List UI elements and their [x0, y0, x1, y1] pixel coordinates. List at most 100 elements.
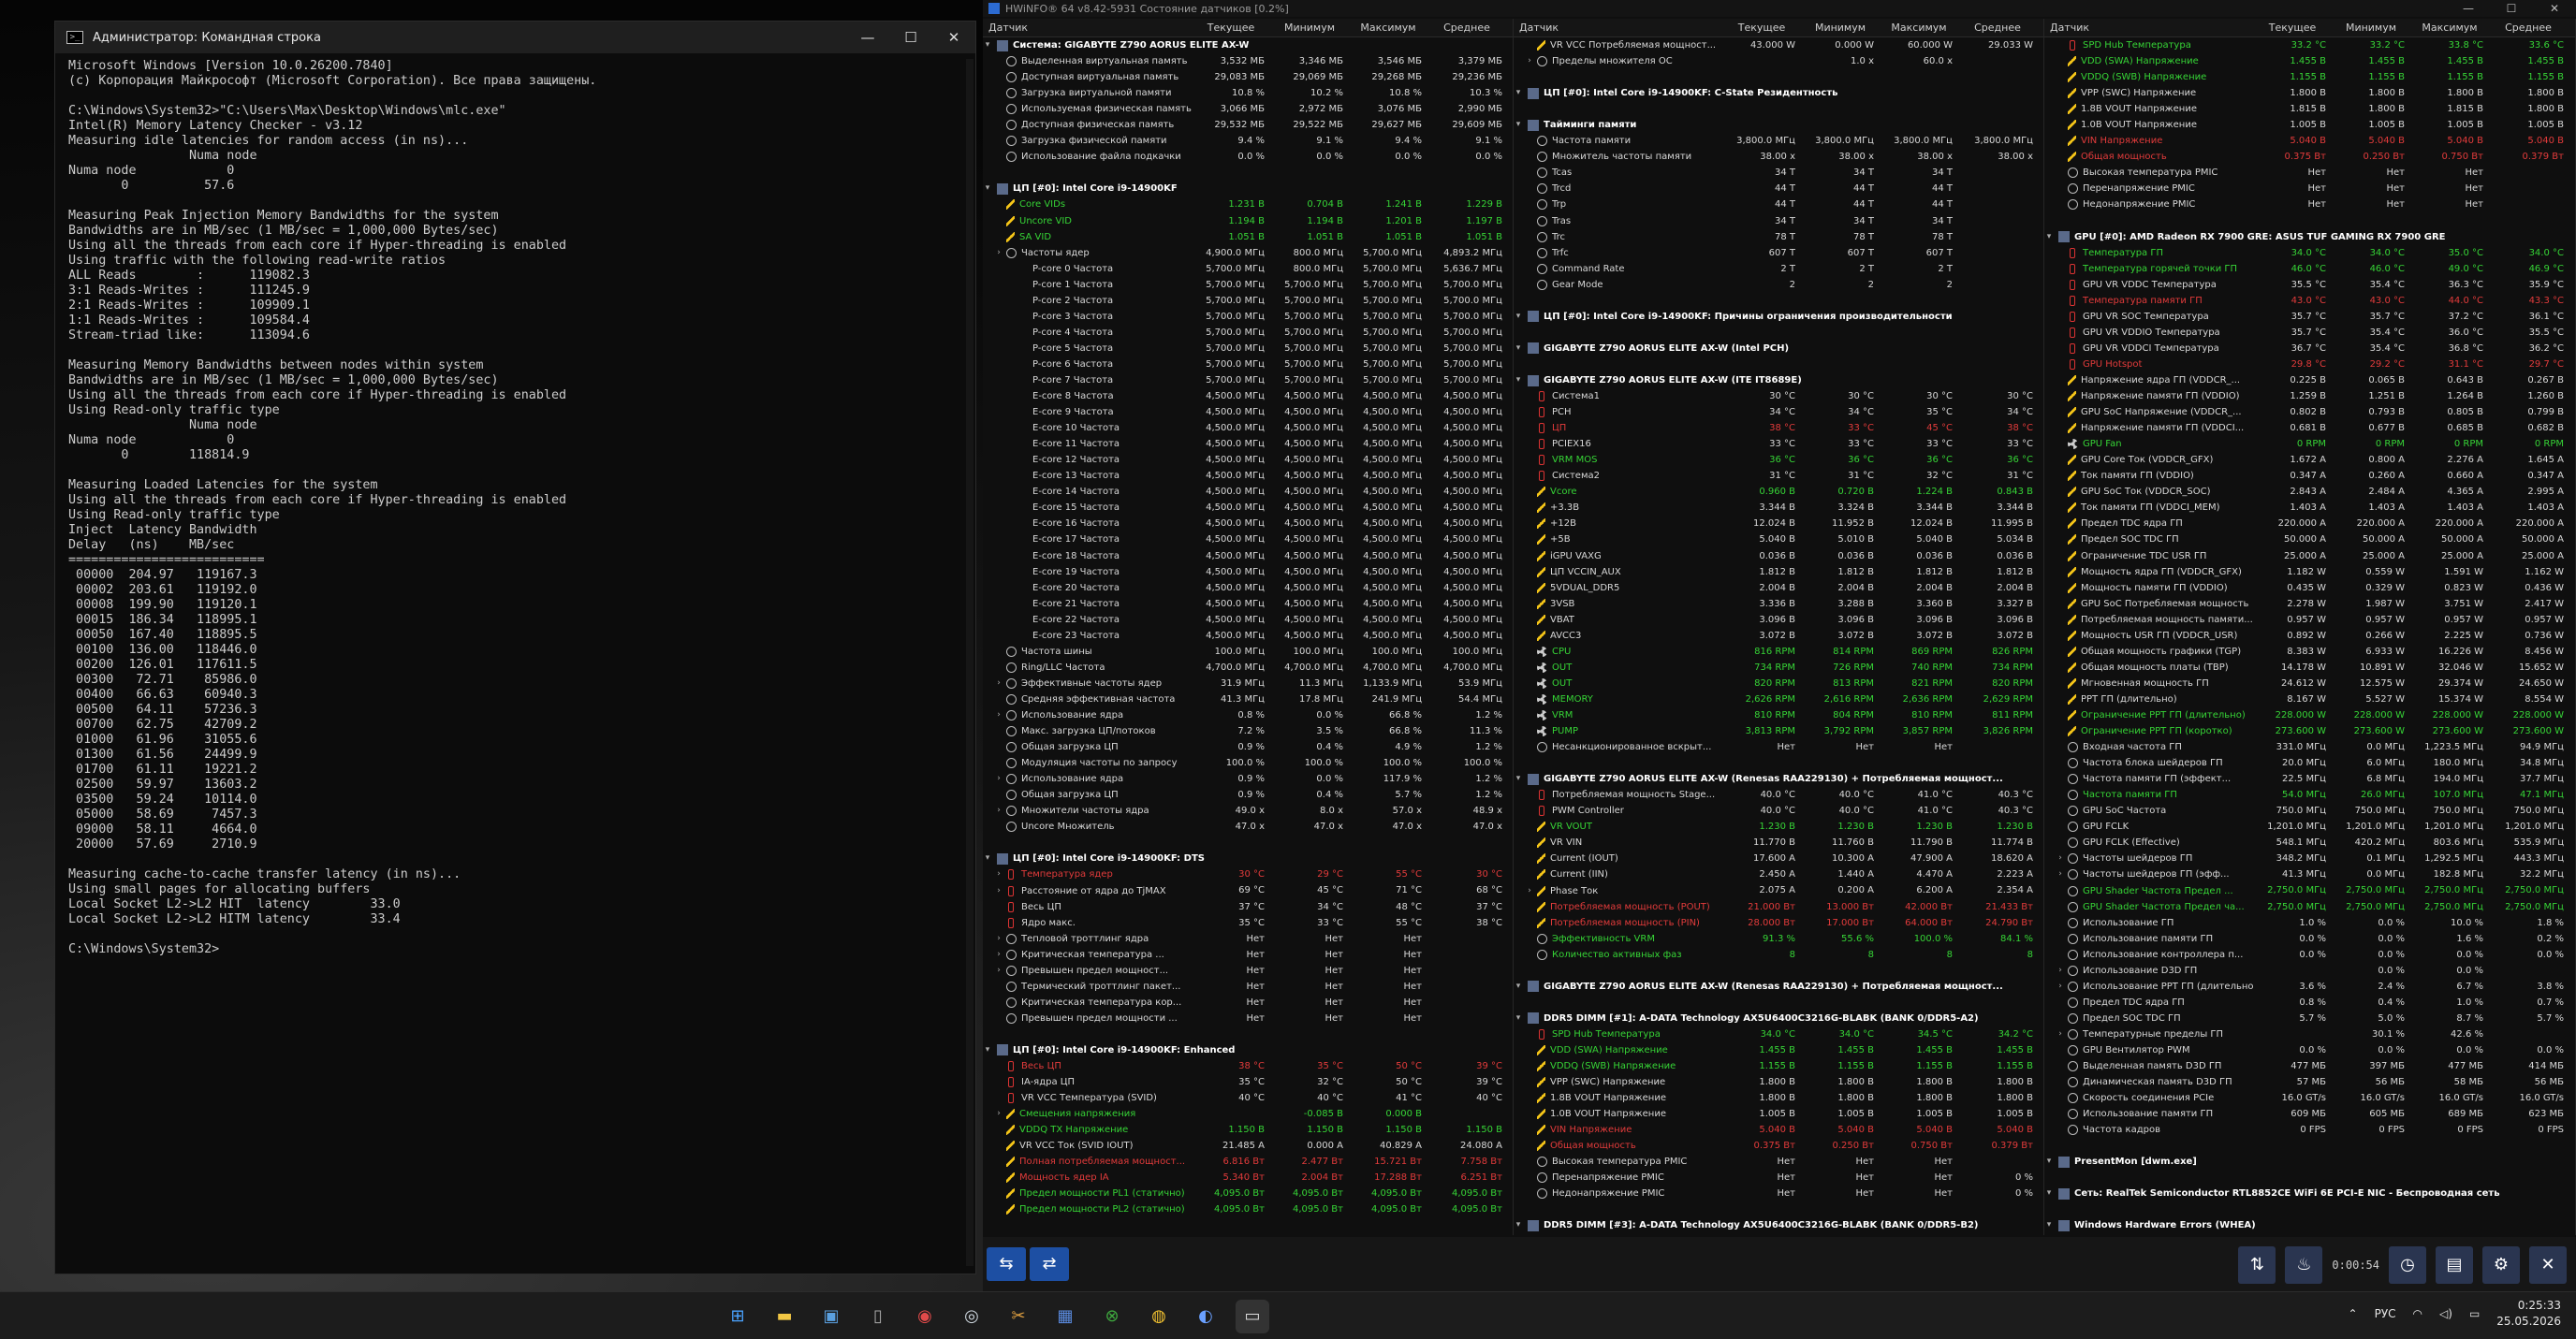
sensor-row[interactable]: Ring/LLC Частота 4,700.0 МГц 4,700.0 МГц 4,…: [983, 660, 1513, 676]
col-min[interactable]: Минимум: [1801, 19, 1880, 36]
sensor-row[interactable]: Мгновенная мощность ГП 24.612 W 12.575 W 29…: [2044, 676, 2575, 691]
sensor-row[interactable]: E-core 20 Частота 4,500.0 МГц 4,500.0 МГц 4…: [983, 580, 1513, 596]
sensor-row[interactable]: Частота шины 100.0 МГц 100.0 МГц 100.0 МГц 1…: [983, 644, 1513, 660]
sensor-row[interactable]: Высокая температура PMIC Нет Нет Нет: [2044, 165, 2575, 181]
steam-icon[interactable]: ◎: [955, 1300, 988, 1333]
expand-arrow-icon[interactable]: ▾: [1514, 1217, 1523, 1233]
expand-arrow-icon[interactable]: ▾: [2044, 229, 2054, 245]
system-clock[interactable]: 0:25:33 25.05.2026: [2496, 1298, 2561, 1330]
sensor-row[interactable]: VIN Напряжение 5.040 В 5.040 В 5.040 В 5.040…: [2044, 133, 2575, 149]
sensor-group-header[interactable]: ▾ GIGABYTE Z790 AORUS ELITE AX-W (Renesas…: [1514, 979, 2043, 995]
sensor-row[interactable]: Trcd 44 T 44 T 44 T: [1514, 181, 2043, 196]
sensor-row[interactable]: SPD Hub Температура 33.2 °C 33.2 °C 33.8 °C…: [2044, 37, 2575, 53]
sensor-group-header[interactable]: ▾ ЦП [#0]: Intel Core i9-14900KF: Enhance…: [983, 1042, 1513, 1058]
close-button[interactable]: ✕: [2533, 2, 2576, 15]
sensor-row[interactable]: VDDQ TX Напряжение 1.150 В 1.150 В 1.150 В1…: [983, 1122, 1513, 1138]
sensor-pane-2[interactable]: Датчик Текущее Минимум Максимум Среднее …: [1514, 19, 2044, 1235]
sensor-row[interactable]: PUMP 3,813 RPM 3,792 RPM 3,857 RPM 3,826 RPM: [1514, 723, 2043, 739]
sensor-row[interactable]: VDDQ (SWB) Напряжение 1.155 В 1.155 В 1.155…: [2044, 69, 2575, 85]
sensor-row[interactable]: SPD Hub Температура 34.0 °C 34.0 °C 34.5 °C…: [1514, 1026, 2043, 1042]
sensor-row[interactable]: › Использование D3D ГП 0.0 % 0.0 %: [2044, 963, 2575, 979]
column-header[interactable]: Датчик Текущее Минимум Максимум Среднее: [983, 19, 1513, 37]
expand-arrow-icon[interactable]: ▾: [1514, 979, 1523, 995]
col-max[interactable]: Максимум: [2410, 19, 2489, 36]
sensor-group-header[interactable]: ▾ Сеть: RealTek Semiconductor RTL8852CE W…: [2044, 1186, 2575, 1201]
sensor-row[interactable]: AVCC3 3.072 В 3.072 В 3.072 В 3.072 В: [1514, 628, 2043, 644]
sensor-row[interactable]: › Использование PPT ГП (длительно) 3.6 % 2.…: [2044, 979, 2575, 995]
sensor-row[interactable]: Количество активных фаз 8 8 8 8: [1514, 947, 2043, 963]
sensor-row[interactable]: Gear Mode 2 2 2: [1514, 277, 2043, 293]
sensor-row[interactable]: GPU VR VDDCI Температура 36.7 °C 35.4 °C 36…: [2044, 341, 2575, 357]
sensor-row[interactable]: P-core 6 Частота 5,700.0 МГц 5,700.0 МГц 5,…: [983, 357, 1513, 372]
language-indicator[interactable]: РУС: [2375, 1307, 2396, 1320]
sensor-row[interactable]: Средняя эффективная частота 41.3 МГц 17.8 …: [983, 691, 1513, 707]
sensor-row[interactable]: E-core 12 Частота 4,500.0 МГц 4,500.0 МГц 4…: [983, 452, 1513, 468]
sensor-row[interactable]: GPU Fan 0 RPM 0 RPM 0 RPM 0 RPM: [2044, 436, 2575, 452]
sensor-row[interactable]: Tcas 34 T 34 T 34 T: [1514, 165, 2043, 181]
sensor-row[interactable]: › Частоты шейдеров ГП (эфф... 41.3 МГц 0.0 …: [2044, 866, 2575, 882]
expand-arrow-icon[interactable]: ›: [994, 707, 1003, 723]
sensor-pane-1[interactable]: Датчик Текущее Минимум Максимум Среднее …: [983, 19, 1514, 1235]
sensor-row[interactable]: E-core 14 Частота 4,500.0 МГц 4,500.0 МГц 4…: [983, 484, 1513, 500]
expand-arrow-icon[interactable]: ›: [994, 803, 1003, 819]
network-icon[interactable]: ⇅: [2238, 1246, 2276, 1284]
expand-arrow-icon[interactable]: ›: [2056, 1026, 2065, 1042]
sensor-row[interactable]: Несанкционированное вскрыт... Нет Нет Нет: [1514, 739, 2043, 755]
expand-arrow-icon[interactable]: ▾: [983, 1042, 992, 1058]
sensor-row[interactable]: 1.8В VOUT Напряжение 1.800 В 1.800 В 1.800 …: [1514, 1090, 2043, 1106]
expand-arrow-icon[interactable]: ▾: [2044, 1217, 2054, 1233]
sensor-row[interactable]: E-core 18 Частота 4,500.0 МГц 4,500.0 МГц 4…: [983, 548, 1513, 564]
sensor-row[interactable]: VPP (SWC) Напряжение 1.800 В 1.800 В 1.800 …: [1514, 1074, 2043, 1090]
sensor-row[interactable]: VR VOUT 1.230 В 1.230 В 1.230 В 1.230 В: [1514, 819, 2043, 835]
sensor-row[interactable]: Система1 30 °C 30 °C 30 °C 30 °C: [1514, 388, 2043, 404]
sensor-row[interactable]: › Расстояние от ядра до TjMAX 69 °C 45 °C 71…: [983, 882, 1513, 898]
sensor-row[interactable]: Выделенная виртуальная память 3,532 МБ 3,3…: [983, 53, 1513, 69]
expand-arrow-icon[interactable]: ›: [994, 963, 1003, 979]
sensor-row[interactable]: Частота памяти 3,800.0 МГц 3,800.0 МГц 3,80…: [1514, 133, 2043, 149]
sensor-row[interactable]: › Температурные пределы ГП 30.1 % 42.6 %: [2044, 1026, 2575, 1042]
sensor-row[interactable]: CPU 816 RPM 814 RPM 869 RPM 826 RPM: [1514, 644, 2043, 660]
col-current[interactable]: Текущее: [1722, 19, 1801, 36]
expand-arrow-icon[interactable]: ›: [994, 245, 1003, 261]
hwinfo-titlebar[interactable]: HWiNFO® 64 v8.42-5931 Состояние датчиков…: [983, 0, 2576, 17]
sensor-row[interactable]: 3VSB 3.336 В 3.288 В 3.360 В 3.327 В: [1514, 596, 2043, 612]
sensor-row[interactable]: Макс. загрузка ЦП/потоков 7.2 % 3.5 % 66.8 …: [983, 723, 1513, 739]
sensor-row[interactable]: Предел мощности PL2 (статично) 4,095.0 Вт…: [983, 1201, 1513, 1217]
sensor-row[interactable]: Предел SOC TDC ГП 5.7 % 5.0 % 8.7 % 5.7 %: [2044, 1011, 2575, 1026]
col-min[interactable]: Минимум: [1270, 19, 1349, 36]
sensor-row[interactable]: OUT 734 RPM 726 RPM 740 RPM 734 RPM: [1514, 660, 2043, 676]
sensor-group-header[interactable]: ▾ DDR5 DIMM [#1]: A-DATA Technology AX5U6…: [1514, 1011, 2043, 1026]
sensor-row[interactable]: › Использование ядра 0.8 % 0.0 % 66.8 % 1.2 %: [983, 707, 1513, 723]
sensor-row[interactable]: Предел TDC ядра ГП 0.8 % 0.4 % 1.0 % 0.7 %: [2044, 995, 2575, 1011]
expand-arrow-icon[interactable]: ▾: [1514, 117, 1523, 133]
sensor-row[interactable]: Ограничение PPT ГП (коротко) 273.600 W 273…: [2044, 723, 2575, 739]
sensor-row[interactable]: GPU VR SOC Температура 35.7 °C 35.7 °C 37.2…: [2044, 309, 2575, 325]
expand-arrow-icon[interactable]: ▾: [1514, 771, 1523, 787]
sensor-row[interactable]: Потребляемая мощность (PIN) 28.000 Вт 17.0…: [1514, 915, 2043, 931]
sensor-row[interactable]: Предел мощности PL1 (статично) 4,095.0 Вт…: [983, 1186, 1513, 1201]
sensor-row[interactable]: P-core 4 Частота 5,700.0 МГц 5,700.0 МГц 5,…: [983, 325, 1513, 341]
sensor-row[interactable]: Температура горячей точки ГП 46.0 °C 46.0 …: [2044, 261, 2575, 277]
chrome-icon[interactable]: ◍: [1142, 1300, 1176, 1333]
col-avg[interactable]: Среднее: [1958, 19, 2037, 36]
sensor-row[interactable]: Весь ЦП 37 °C 34 °C 48 °C 37 °C: [983, 899, 1513, 915]
file-explorer-icon[interactable]: ▬: [768, 1300, 801, 1333]
sensor-row[interactable]: Потребляемая мощность (POUT) 21.000 Вт 13.…: [1514, 899, 2043, 915]
sensor-row[interactable]: Напряжение памяти ГП (VDDCI... 0.681 В 0.6…: [2044, 420, 2575, 436]
sensor-row[interactable]: Tras 34 T 34 T 34 T: [1514, 213, 2043, 229]
sensor-row[interactable]: SA VID 1.051 В 1.051 В 1.051 В 1.051 В: [983, 229, 1513, 245]
sensor-row[interactable]: P-core 3 Частота 5,700.0 МГц 5,700.0 МГц 5,…: [983, 309, 1513, 325]
sensor-row[interactable]: Полная потребляемая мощност... 6.816 Вт 2.…: [983, 1154, 1513, 1170]
sensor-row[interactable]: Частота памяти ГП (эффект... 22.5 МГц 6.8 …: [2044, 771, 2575, 787]
sensor-row[interactable]: Current (IOUT) 17.600 A 10.300 A 47.900 A 18…: [1514, 851, 2043, 866]
sensor-row[interactable]: E-core 8 Частота 4,500.0 МГц 4,500.0 МГц 4,…: [983, 388, 1513, 404]
sensor-row[interactable]: › Тепловой троттлинг ядра Нет Нет Нет: [983, 931, 1513, 947]
cmd-titlebar[interactable]: >_ Администратор: Командная строка — ☐ ✕: [55, 22, 975, 53]
sensor-row[interactable]: Использование памяти ГП 609 МБ 605 МБ 689 М…: [2044, 1106, 2575, 1122]
sensor-row[interactable]: GPU FCLK 1,201.0 МГц 1,201.0 МГц 1,201.0 МГ…: [2044, 819, 2575, 835]
sensor-group-header[interactable]: ▾ Windows Hardware Errors (WHEA): [2044, 1217, 2575, 1233]
sensor-row[interactable]: GPU VR VDDC Температура 35.5 °C 35.4 °C 36.…: [2044, 277, 2575, 293]
sensor-row[interactable]: Trfc 607 T 607 T 607 T: [1514, 245, 2043, 261]
col-sensor[interactable]: Датчик: [1514, 19, 1722, 36]
expand-arrow-icon[interactable]: ▾: [983, 37, 992, 53]
